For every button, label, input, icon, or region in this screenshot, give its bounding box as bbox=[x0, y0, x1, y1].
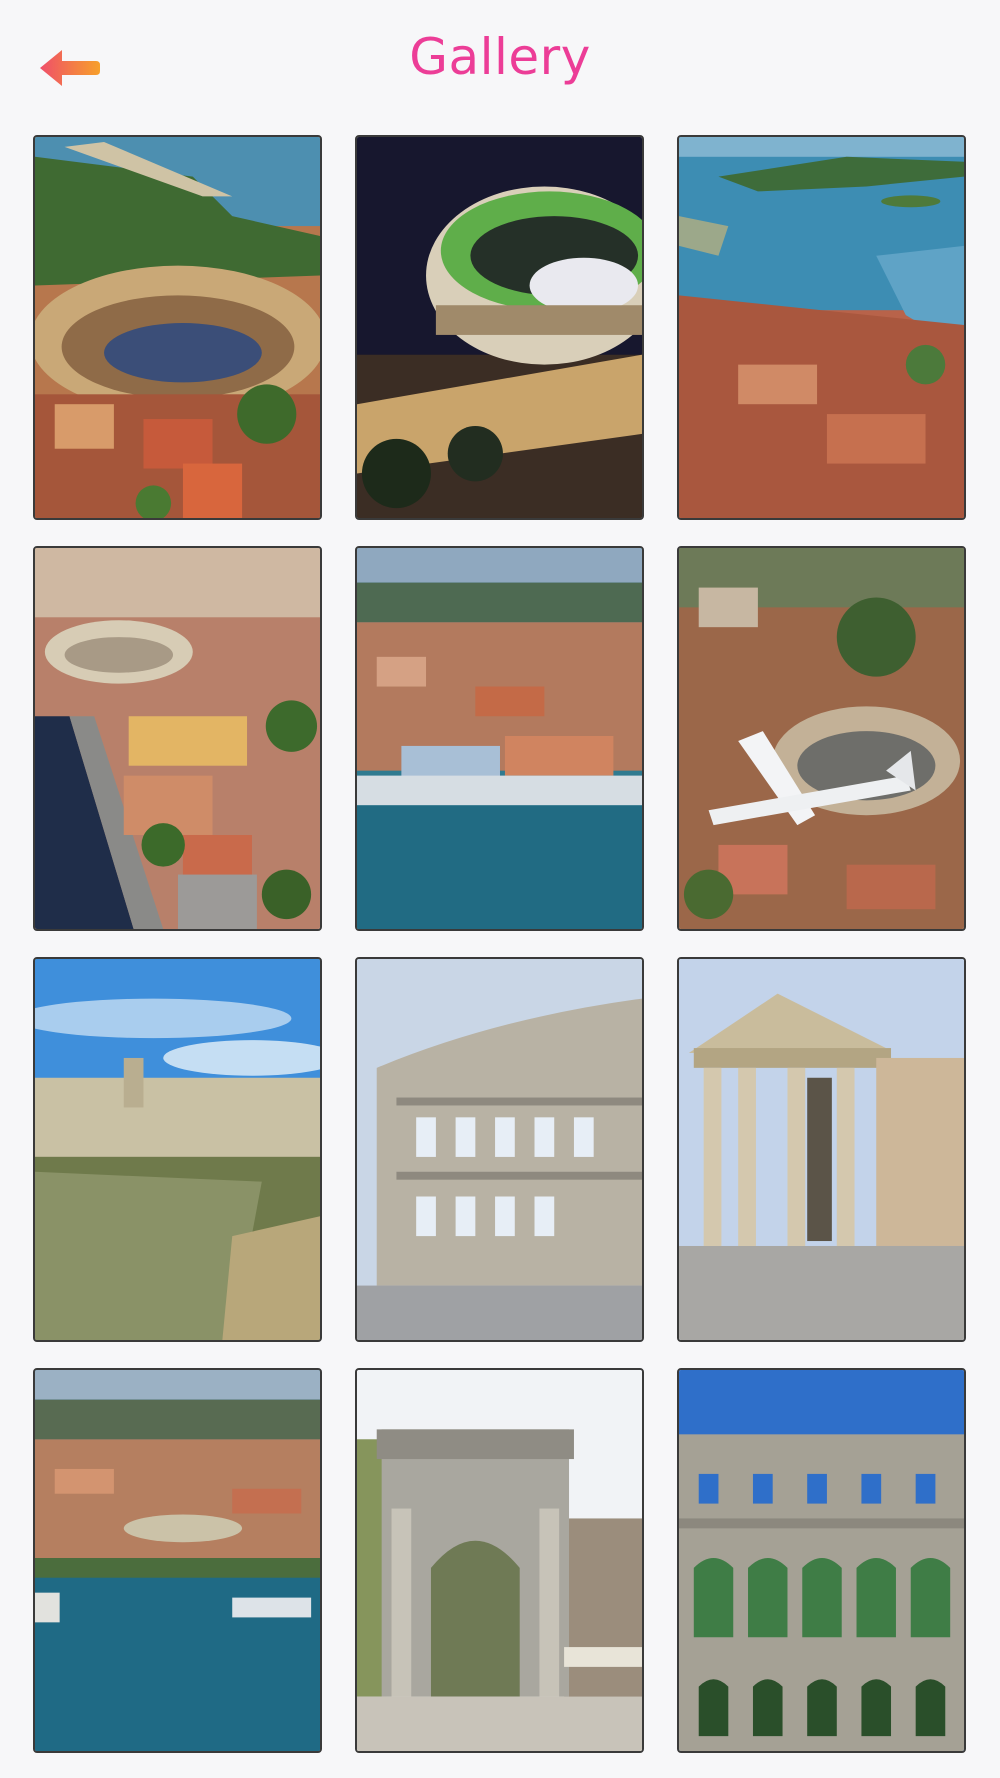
gallery-photo-12[interactable] bbox=[677, 1368, 966, 1753]
photo-image bbox=[357, 1370, 642, 1751]
gallery-photo-7[interactable] bbox=[33, 957, 322, 1342]
gallery-photo-9[interactable] bbox=[677, 957, 966, 1342]
gallery-photo-3[interactable] bbox=[677, 135, 966, 520]
photo-image bbox=[35, 959, 320, 1340]
gallery-photo-11[interactable] bbox=[355, 1368, 644, 1753]
gallery-photo-10[interactable] bbox=[33, 1368, 322, 1753]
photo-image bbox=[679, 1370, 964, 1751]
photo-image bbox=[679, 548, 964, 929]
photo-image bbox=[35, 137, 320, 518]
gallery-photo-8[interactable] bbox=[355, 957, 644, 1342]
photo-image bbox=[679, 959, 964, 1340]
gallery-photo-2[interactable] bbox=[355, 135, 644, 520]
photo-image bbox=[35, 548, 320, 929]
gallery-photo-1[interactable] bbox=[33, 135, 322, 520]
page-title: Gallery bbox=[409, 28, 591, 86]
photo-grid bbox=[33, 135, 966, 1753]
gallery-photo-4[interactable] bbox=[33, 546, 322, 931]
photo-image bbox=[357, 548, 642, 929]
gallery-photo-5[interactable] bbox=[355, 546, 644, 931]
photo-image bbox=[357, 137, 642, 518]
photo-image bbox=[679, 137, 964, 518]
gallery-photo-6[interactable] bbox=[677, 546, 966, 931]
photo-image bbox=[357, 959, 642, 1340]
header-bar: Gallery bbox=[0, 0, 1000, 130]
photo-image bbox=[35, 1370, 320, 1751]
